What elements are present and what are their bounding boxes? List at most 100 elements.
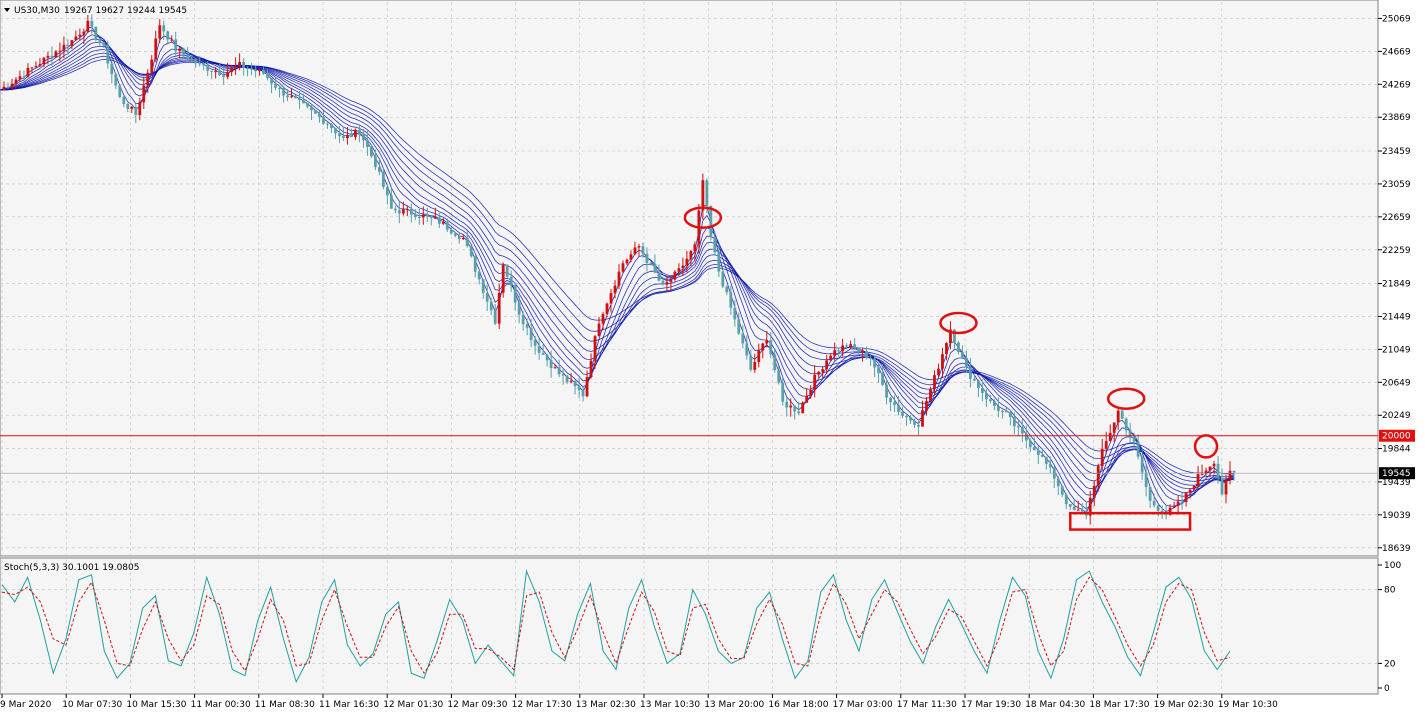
candle-body: [362, 134, 365, 141]
candle-body: [613, 285, 617, 294]
candle-body: [154, 38, 158, 60]
candle-body: [198, 63, 202, 65]
candle-body: [166, 31, 170, 40]
candle-body: [445, 222, 449, 230]
candle-body: [1208, 466, 1212, 471]
candle-body: [1104, 441, 1108, 449]
candle-body: [146, 72, 150, 86]
candle-body: [389, 195, 393, 209]
candle-body: [26, 67, 30, 77]
candle-body: [138, 102, 142, 116]
time-tick-label: 17 Mar 19:30: [961, 700, 1021, 710]
candle-body: [170, 39, 174, 41]
candle-body: [282, 88, 285, 96]
candle-body: [397, 210, 401, 214]
candle-body: [1032, 447, 1036, 451]
candle-body: [521, 314, 525, 325]
chart-header: US30,M30 19267 19627 19244 19545: [4, 6, 187, 16]
candle-body: [525, 324, 529, 328]
candle-body: [553, 367, 557, 369]
candle-body: [773, 354, 777, 371]
time-tick-label: 9 Mar 2020: [0, 700, 52, 710]
candle-body: [1148, 486, 1152, 501]
candle-body: [194, 59, 198, 64]
candle-body: [517, 302, 521, 315]
candle-body: [513, 285, 517, 303]
candle-body: [857, 348, 861, 353]
candle-body: [509, 276, 513, 286]
candle-body: [114, 74, 118, 86]
price-tick-label: 23869: [1382, 113, 1411, 123]
candle-body: [705, 180, 709, 206]
candle-body: [461, 237, 465, 239]
candle-body: [1184, 492, 1188, 502]
candle-body: [405, 209, 409, 211]
candle-body: [30, 67, 34, 69]
candle-body: [330, 124, 333, 129]
candle-body: [1172, 505, 1176, 508]
candle-body: [1096, 466, 1100, 486]
candle-body: [1136, 441, 1140, 457]
candle-body: [334, 128, 337, 134]
candle-body: [589, 360, 593, 378]
price-tick-label: 22259: [1382, 246, 1411, 256]
candle-body: [206, 65, 210, 71]
candle-body: [505, 264, 509, 277]
candle-body: [681, 265, 685, 269]
candle-body: [1152, 500, 1156, 506]
candle-body: [713, 237, 717, 253]
candle-body: [809, 389, 813, 396]
candle-body: [294, 96, 297, 99]
price-tick-label: 21049: [1382, 345, 1411, 355]
price-tick-label: 24669: [1382, 47, 1411, 57]
candle-body: [122, 96, 126, 104]
candle-body: [597, 323, 601, 337]
candle-body: [465, 237, 469, 247]
candle-body: [729, 292, 733, 308]
candle-body: [593, 336, 597, 361]
candle-body: [1040, 454, 1044, 457]
time-tick-label: 17 Mar 11:30: [897, 700, 957, 710]
candle-body: [409, 209, 413, 215]
candle-body: [905, 415, 908, 418]
candle-body: [66, 44, 70, 46]
time-tick-label: 10 Mar 15:30: [126, 700, 186, 710]
main-panel[interactable]: [0, 0, 1379, 557]
candle-body: [218, 71, 222, 76]
candle-body: [2, 86, 6, 91]
candle-body: [725, 286, 729, 293]
candle-body: [797, 411, 801, 414]
osc-tick-label: 0: [1384, 684, 1390, 694]
ohlc-label: 19267 19627 19244 19545: [64, 6, 187, 16]
candle-body: [861, 350, 865, 353]
candle-body: [1124, 418, 1128, 431]
candle-body: [1232, 470, 1236, 473]
candle-body: [18, 76, 22, 80]
candle-body: [977, 380, 980, 388]
candle-body: [350, 135, 353, 138]
current-price-tag-label: 19545: [1382, 469, 1411, 479]
candle-body: [421, 214, 425, 218]
candle-body: [621, 263, 625, 272]
candle-body: [629, 254, 633, 260]
candle-body: [661, 280, 665, 285]
candle-body: [1024, 433, 1028, 441]
candle-body: [985, 392, 988, 400]
candle-body: [338, 133, 341, 137]
level-price-tag-label: 20000: [1382, 432, 1411, 442]
candle-body: [70, 40, 74, 46]
candle-body: [94, 26, 98, 40]
candle-body: [42, 57, 46, 65]
candle-body: [306, 103, 309, 107]
chart-canvas[interactable]: 25069 24669 24269 23869 23459 23059 22659 22259…: [0, 0, 1425, 716]
candle-body: [529, 327, 533, 341]
osc-tick-label: 100: [1384, 561, 1401, 571]
candle-body: [609, 293, 613, 304]
candle-body: [485, 292, 489, 302]
candle-body: [457, 235, 461, 239]
price-tick-label: 19844: [1382, 445, 1411, 455]
candle-body: [741, 333, 745, 344]
price-tick-label: 24269: [1382, 80, 1411, 90]
candle-body: [158, 25, 162, 39]
candle-body: [641, 246, 645, 254]
